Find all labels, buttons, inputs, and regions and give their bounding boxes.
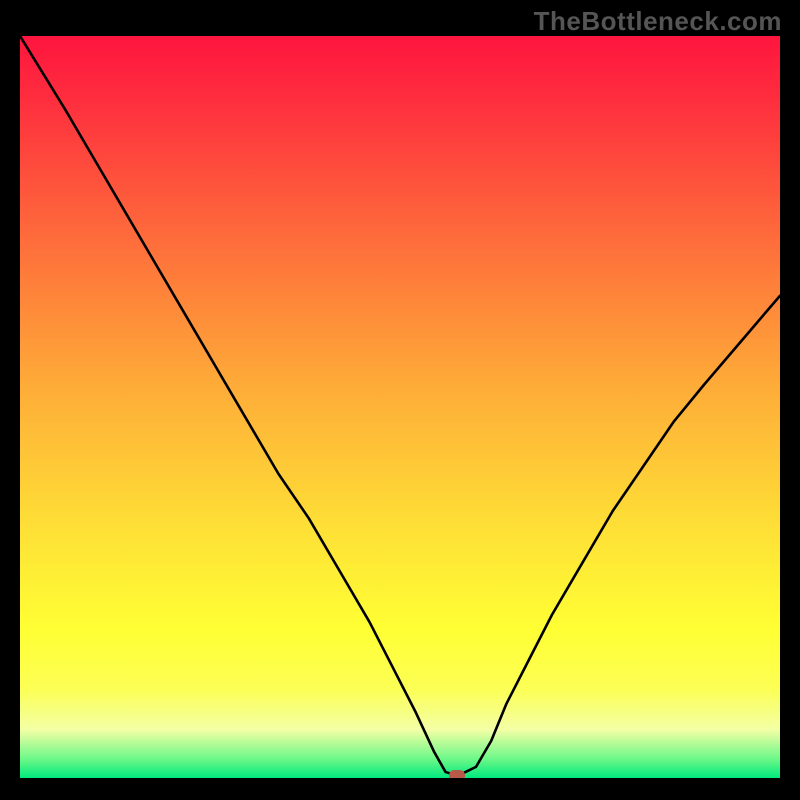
chart-frame: TheBottleneck.com	[0, 0, 800, 800]
chart-background	[20, 36, 780, 778]
optimum-marker-icon	[449, 770, 465, 778]
chart-plot-area	[20, 36, 780, 778]
watermark-text: TheBottleneck.com	[534, 6, 782, 37]
chart-svg	[20, 36, 780, 778]
